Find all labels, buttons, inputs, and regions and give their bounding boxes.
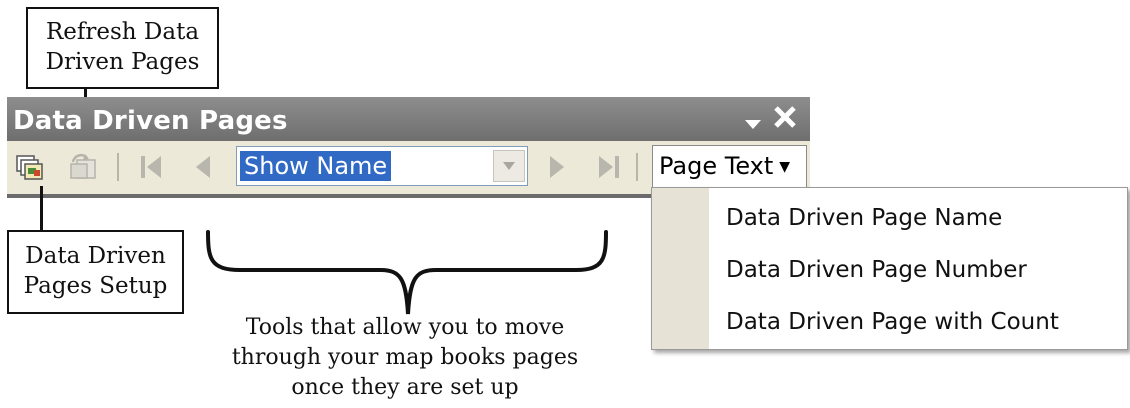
last-page-icon (599, 156, 619, 178)
callout-data-driven-pages-setup: Data Driven Pages Setup (7, 230, 184, 314)
caption-line: once they are set up (291, 375, 519, 400)
next-page-button[interactable] (543, 148, 573, 186)
data-driven-pages-setup-button[interactable] (13, 148, 47, 186)
menu-item-page-number[interactable]: Data Driven Page Number (726, 257, 1027, 283)
close-icon[interactable] (772, 104, 798, 136)
last-page-button[interactable] (593, 148, 625, 186)
callout-line: Refresh Data (45, 19, 200, 45)
page-text-label: Page Text (659, 152, 774, 180)
first-page-icon (141, 156, 161, 178)
previous-page-icon (196, 156, 210, 178)
first-page-button[interactable] (135, 148, 167, 186)
tools-caption: Tools that allow you to move through you… (215, 313, 595, 403)
caption-line: through your map books pages (231, 345, 579, 370)
callout-line: Pages Setup (23, 273, 168, 299)
callout-refresh-data-driven-pages: Refresh Data Driven Pages (26, 7, 219, 89)
brace-bracket (206, 230, 608, 315)
chevron-down-icon: ▼ (779, 159, 791, 175)
setup-icon (16, 155, 43, 180)
caption-line: Tools that allow you to move (245, 315, 565, 340)
toolbar-title: Data Driven Pages (13, 106, 288, 136)
callout-line: Data Driven (25, 243, 166, 269)
refresh-data-driven-pages-button[interactable] (65, 148, 101, 186)
page-name-combo[interactable]: Show Name (236, 146, 528, 186)
data-driven-pages-toolbar: Data Driven Pages Show Name Page Text ▼ (7, 97, 810, 198)
toolbar-separator (117, 153, 119, 181)
toolbar-titlebar[interactable]: Data Driven Pages (7, 97, 810, 141)
combo-dropdown-button[interactable] (493, 150, 525, 182)
menu-item-page-name[interactable]: Data Driven Page Name (726, 205, 1002, 231)
page-name-value[interactable]: Show Name (240, 151, 392, 181)
refresh-icon (70, 153, 96, 179)
menu-arrow-icon[interactable] (744, 111, 762, 136)
previous-page-button[interactable] (187, 148, 217, 186)
next-page-icon (550, 156, 564, 178)
page-text-dropdown-menu: Data Driven Page Name Data Driven Page N… (651, 187, 1128, 350)
menu-icon-strip (652, 188, 709, 349)
toolbar-separator (636, 153, 638, 181)
callout-line: Driven Pages (45, 49, 200, 75)
dropdown-arrow-icon (503, 162, 515, 170)
menu-item-page-with-count[interactable]: Data Driven Page with Count (726, 309, 1059, 335)
page-text-menu-button[interactable]: Page Text ▼ (652, 145, 807, 189)
callout-connector (40, 186, 43, 231)
